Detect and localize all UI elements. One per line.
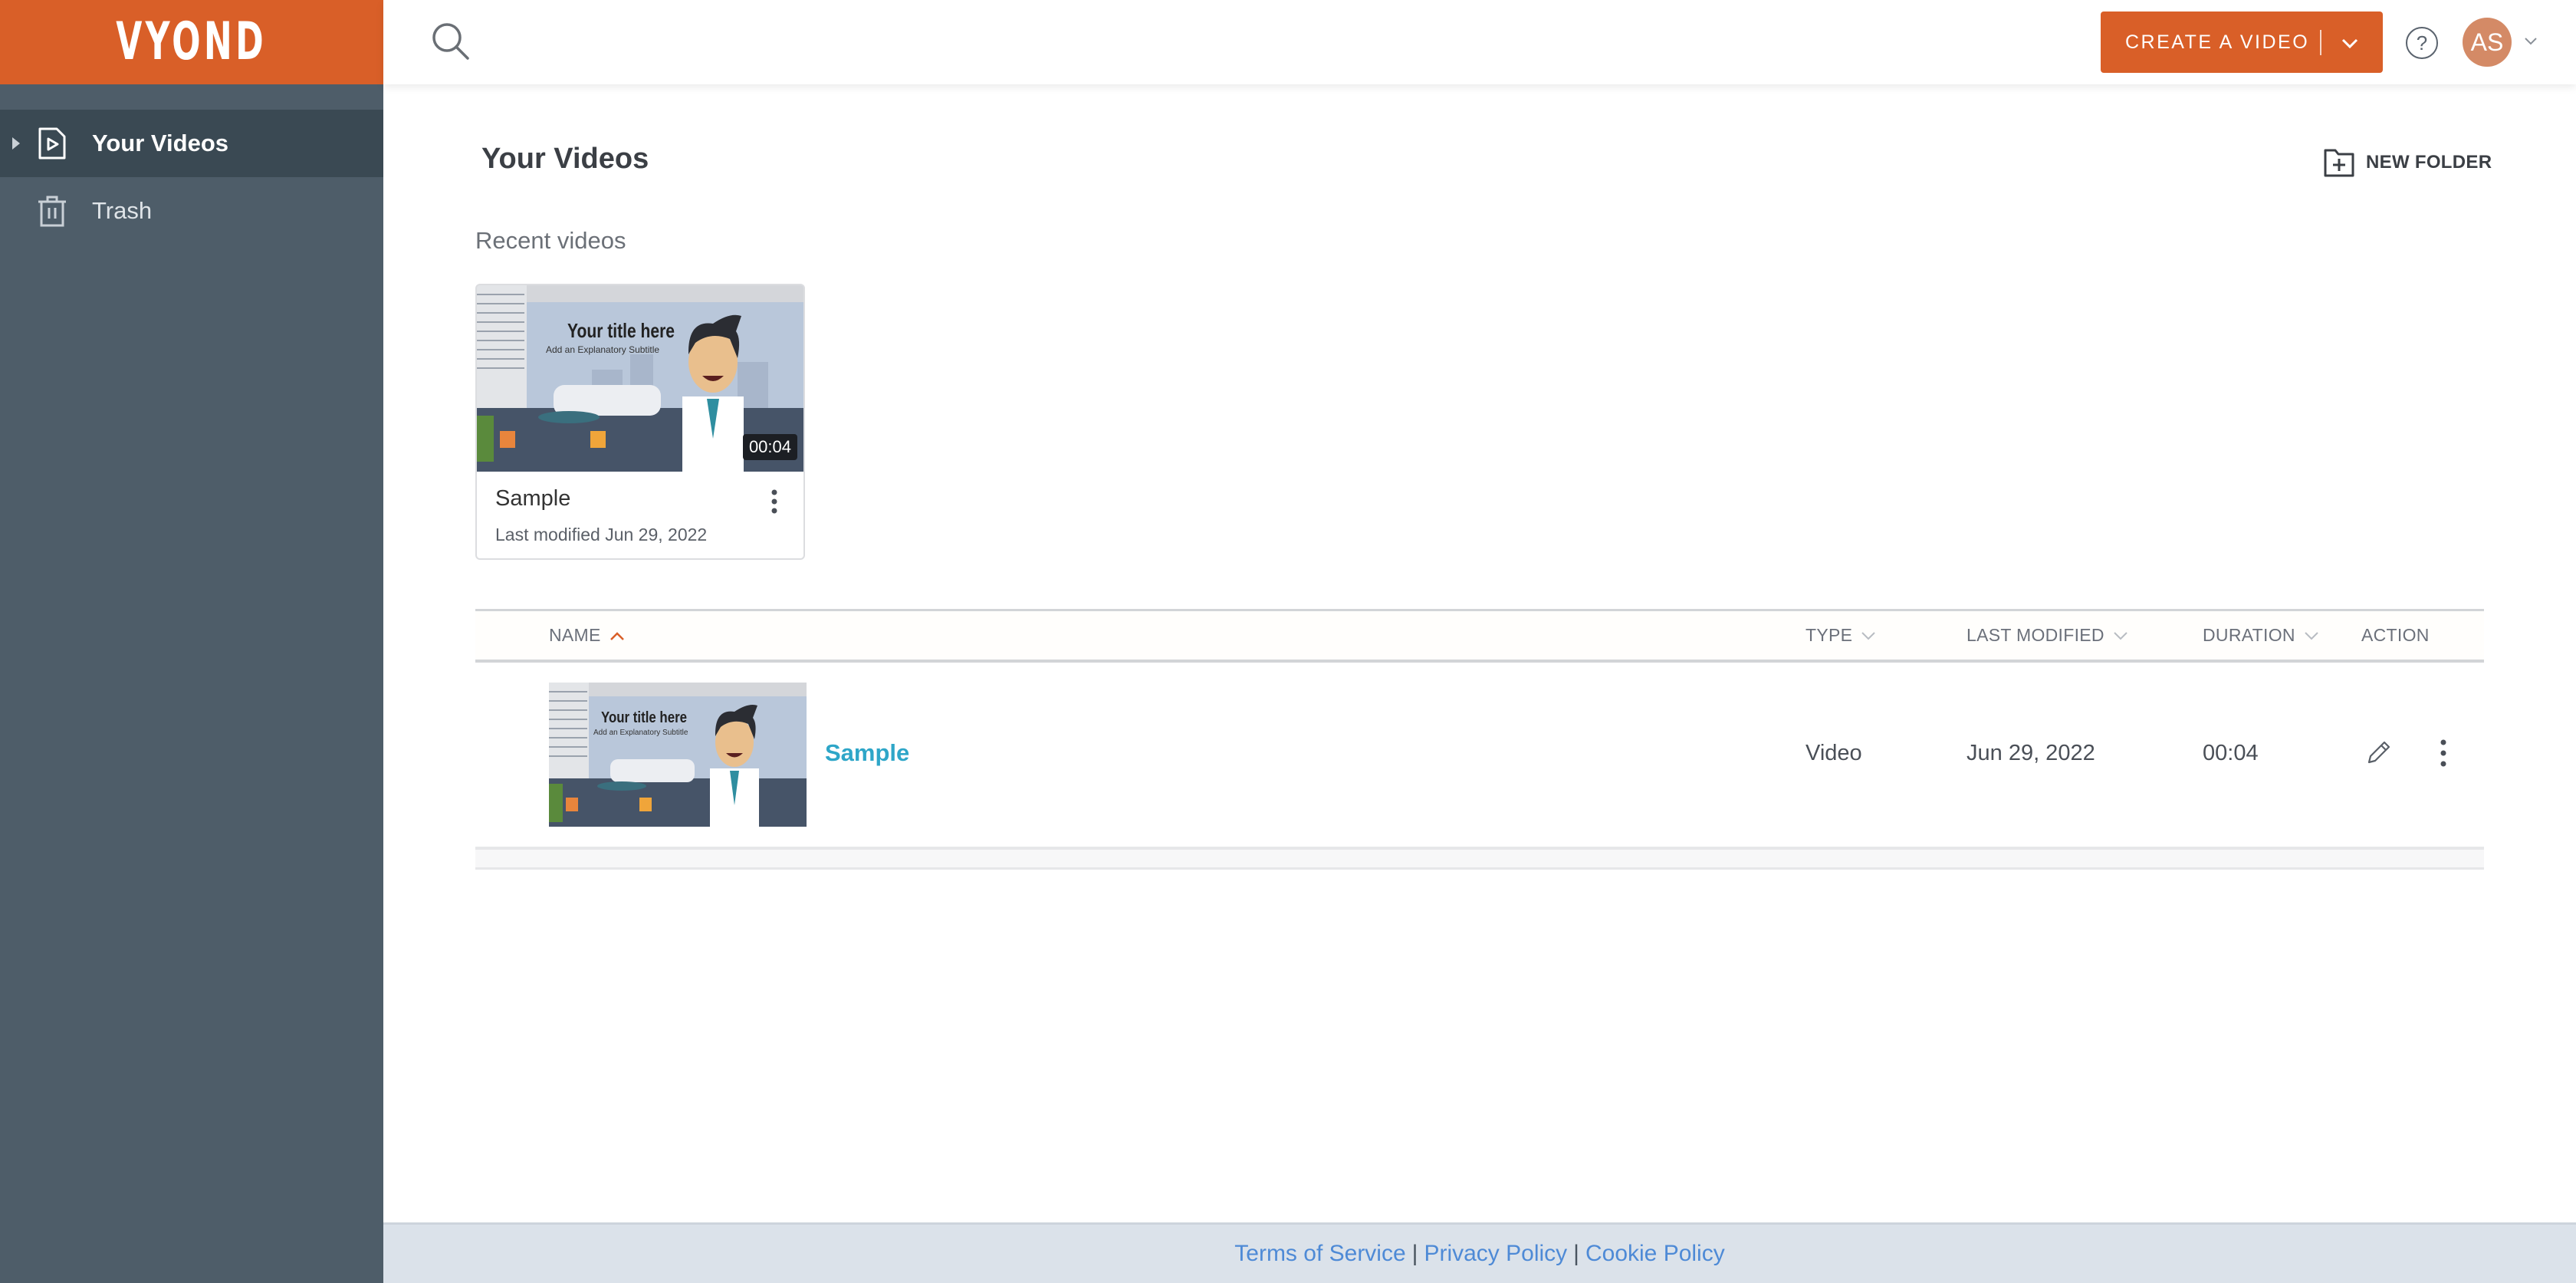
- cell-last-modified: Jun 29, 2022: [1967, 741, 2095, 765]
- trash-icon: [38, 196, 66, 227]
- svg-text:Add an Explanatory Subtitle: Add an Explanatory Subtitle: [593, 729, 688, 737]
- column-label: LAST MODIFIED: [1967, 625, 2104, 645]
- sidebar-item-label: Trash: [92, 197, 153, 224]
- svg-text:Your title here: Your title here: [601, 709, 687, 726]
- chevron-down-icon: [2305, 631, 2318, 640]
- chevron-down-icon[interactable]: [2522, 32, 2539, 49]
- video-name-link[interactable]: Sample: [825, 739, 909, 767]
- search-icon[interactable]: [429, 20, 472, 63]
- chevron-down-icon[interactable]: [2338, 31, 2361, 54]
- new-folder-button[interactable]: NEW FOLDER: [2323, 146, 2492, 179]
- footer-separator: |: [1573, 1241, 1579, 1266]
- column-header-last-modified[interactable]: LAST MODIFIED: [1967, 625, 2129, 646]
- create-video-label: CREATE A VIDEO: [2125, 31, 2310, 53]
- video-file-icon: [38, 127, 66, 160]
- terms-of-service-link[interactable]: Terms of Service: [1234, 1241, 1405, 1267]
- footer-separator: |: [1411, 1241, 1418, 1266]
- column-header-duration[interactable]: DURATION: [2203, 625, 2320, 646]
- button-divider: [2320, 30, 2321, 55]
- chevron-down-icon: [1861, 631, 1875, 640]
- recent-video-card[interactable]: Your title here Add an Explanatory Subti…: [475, 284, 805, 560]
- cookie-policy-link[interactable]: Cookie Policy: [1585, 1241, 1725, 1267]
- duration-badge: 00:04: [742, 434, 797, 460]
- new-folder-label: NEW FOLDER: [2366, 152, 2492, 173]
- privacy-policy-link[interactable]: Privacy Policy: [1424, 1241, 1567, 1267]
- sidebar-item-your-videos[interactable]: Your Videos: [0, 110, 383, 177]
- chevron-down-icon: [2114, 631, 2128, 640]
- user-avatar[interactable]: AS: [2463, 18, 2512, 67]
- column-label: NAME: [549, 625, 601, 645]
- card-title[interactable]: Sample: [495, 486, 570, 512]
- sidebar: VYOND Your Videos Trash: [0, 0, 383, 1283]
- create-video-button[interactable]: CREATE A VIDEO: [2101, 12, 2383, 73]
- recent-videos-heading: Recent videos: [475, 227, 626, 254]
- column-label: DURATION: [2203, 625, 2295, 645]
- column-label: TYPE: [1806, 625, 1853, 645]
- svg-text:Your title here: Your title here: [567, 319, 675, 342]
- column-header-type[interactable]: TYPE: [1806, 625, 1877, 646]
- sort-ascending-icon: [610, 631, 624, 640]
- videos-table: NAME TYPE LAST MODIFIED DURATION ACTION: [475, 609, 2484, 870]
- svg-text:Add an Explanatory Subtitle: Add an Explanatory Subtitle: [546, 344, 659, 355]
- cell-duration: 00:04: [2203, 741, 2259, 765]
- table-row[interactable]: Your title here Add an Explanatory Subti…: [475, 663, 2484, 847]
- edit-pencil-icon[interactable]: [2364, 739, 2392, 767]
- video-thumbnail[interactable]: Your title here Add an Explanatory Subti…: [549, 683, 807, 827]
- more-options-icon[interactable]: [767, 486, 782, 517]
- help-icon[interactable]: ?: [2406, 27, 2438, 59]
- cell-type: Video: [1806, 741, 1862, 765]
- card-last-modified: Last modified Jun 29, 2022: [495, 525, 708, 544]
- column-label: ACTION: [2361, 625, 2430, 645]
- sidebar-item-label: Your Videos: [92, 130, 229, 156]
- logo-bar[interactable]: VYOND: [0, 0, 383, 84]
- footer: Terms of Service | Privacy Policy | Cook…: [383, 1222, 2576, 1283]
- more-options-icon[interactable]: [2438, 738, 2449, 768]
- expand-caret-icon[interactable]: [12, 137, 20, 150]
- vyond-logo[interactable]: VYOND: [117, 16, 268, 68]
- folder-add-icon: [2324, 149, 2354, 177]
- sidebar-item-trash[interactable]: Trash: [0, 177, 383, 245]
- table-footer-band: [475, 847, 2484, 870]
- column-header-action: ACTION: [2361, 625, 2430, 646]
- column-header-name[interactable]: NAME: [549, 625, 626, 646]
- table-header: NAME TYPE LAST MODIFIED DURATION ACTION: [475, 609, 2484, 663]
- page-title: Your Videos: [481, 143, 649, 175]
